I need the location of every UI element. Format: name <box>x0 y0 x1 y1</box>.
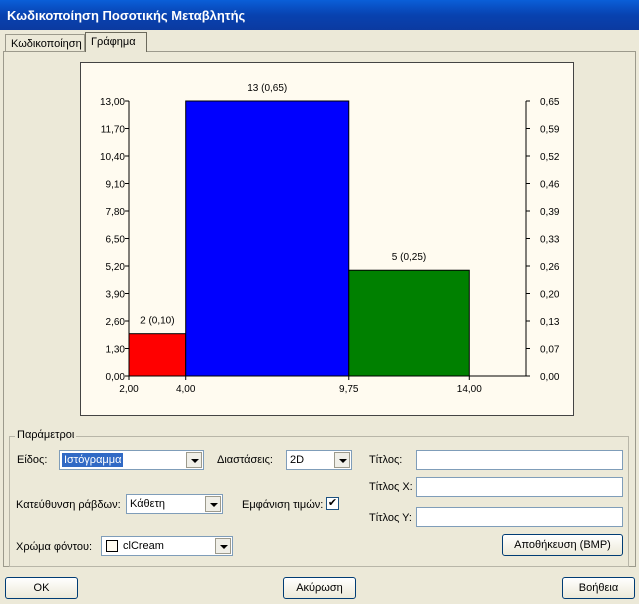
bar-direction-select[interactable]: Κάθετη <box>126 494 223 514</box>
y-tick-label-right: 0,26 <box>540 262 560 273</box>
y-tick-label-right: 0,59 <box>540 125 560 136</box>
bg-color-select[interactable]: clCream <box>101 536 233 556</box>
histogram-bar <box>128 333 187 377</box>
y-tick-label-right: 0,33 <box>540 235 560 246</box>
y-tick-label-left: 13,00 <box>100 97 125 108</box>
histogram-bar <box>348 269 470 377</box>
type-select[interactable]: Ιστόγραμμα <box>59 450 204 470</box>
y-tick-label-right: 0,00 <box>540 372 560 383</box>
cancel-button[interactable]: Ακύρωση <box>283 577 356 599</box>
title-input[interactable] <box>416 450 623 470</box>
y-tick-label-right: 0,20 <box>540 290 560 301</box>
bar-direction-label: Κατεύθυνση ράβδων: <box>16 499 121 511</box>
dialog-buttons: OK Ακύρωση Βοήθεια <box>0 573 639 604</box>
chevron-down-icon[interactable] <box>186 452 202 468</box>
y-tick-label-left: 3,90 <box>106 290 126 301</box>
dimensions-select-value: 2D <box>290 454 305 466</box>
y-tick-label-left: 0,00 <box>106 372 126 383</box>
tab-chart[interactable]: Γράφημα <box>85 32 147 52</box>
chevron-down-icon[interactable] <box>334 452 350 468</box>
color-swatch <box>106 540 118 552</box>
dimensions-select[interactable]: 2D <box>286 450 352 470</box>
y-tick-label-right: 0,52 <box>540 152 560 163</box>
y-tick-label-right: 0,07 <box>540 345 560 356</box>
title-x-input[interactable] <box>416 477 623 497</box>
title-y-label: Τίτλος Υ: <box>369 512 412 524</box>
ok-button[interactable]: OK <box>5 577 78 599</box>
y-tick-label-left: 11,70 <box>101 125 126 136</box>
x-tick-label: 2,00 <box>119 384 139 395</box>
y-tick-label-right: 0,46 <box>540 180 560 191</box>
title-label: Τίτλος: <box>369 454 403 466</box>
bg-color-select-value: clCream <box>123 540 164 552</box>
help-button[interactable]: Βοήθεια <box>562 577 635 599</box>
y-tick-label-left: 6,50 <box>106 235 126 246</box>
type-select-value: Ιστόγραμμα <box>62 453 124 467</box>
bg-color-label: Χρώμα φόντου: <box>16 541 93 553</box>
y-tick-label-left: 2,60 <box>106 317 126 328</box>
title-y-input[interactable] <box>416 507 623 527</box>
y-tick-label-left: 5,20 <box>106 262 126 273</box>
window-title: Κωδικοποίηση Ποσοτικής Μεταβλητής <box>0 0 639 30</box>
y-tick-label-right: 0,39 <box>540 207 560 218</box>
y-tick-label-right: 0,13 <box>540 317 560 328</box>
y-tick-label-left: 7,80 <box>106 207 126 218</box>
y-tick-label-left: 1,30 <box>106 345 126 356</box>
bar-direction-select-value: Κάθετη <box>130 498 166 510</box>
histogram-chart: 2 (0,10) 13 (0,65) 5 (0,25) 0,00 1,30 2,60 3,9… <box>100 83 560 395</box>
chart-area: 2 (0,10) 13 (0,65) 5 (0,25) 0,00 1,30 2,60 3,9… <box>80 62 574 416</box>
save-bmp-button[interactable]: Αποθήκευση (BMP) <box>502 534 623 556</box>
y-tick-label-left: 10,40 <box>100 152 125 163</box>
show-values-checkbox[interactable]: ✔ <box>326 497 339 510</box>
dimensions-label: Διαστάσεις: <box>217 454 273 466</box>
chevron-down-icon[interactable] <box>215 538 231 554</box>
parameters-group-title: Παράμετροι <box>15 429 77 441</box>
title-x-label: Τίτλος Χ: <box>369 481 413 493</box>
show-values-label: Εμφάνιση τιμών: <box>242 499 324 511</box>
bar-value-label: 2 (0,10) <box>140 316 174 327</box>
y-tick-label-left: 9,10 <box>106 180 126 191</box>
y-tick-label-right: 0,65 <box>540 97 560 108</box>
type-label: Είδος: <box>17 454 48 466</box>
histogram-bar <box>185 100 350 377</box>
tab-coding[interactable]: Κωδικοποίηση <box>5 34 85 52</box>
x-tick-label: 4,00 <box>176 384 196 395</box>
bar-value-label: 13 (0,65) <box>247 83 287 94</box>
x-tick-label: 9,75 <box>339 384 359 395</box>
x-tick-label: 14,00 <box>457 384 482 395</box>
chevron-down-icon[interactable] <box>205 496 221 512</box>
bar-value-label: 5 (0,25) <box>392 252 426 263</box>
